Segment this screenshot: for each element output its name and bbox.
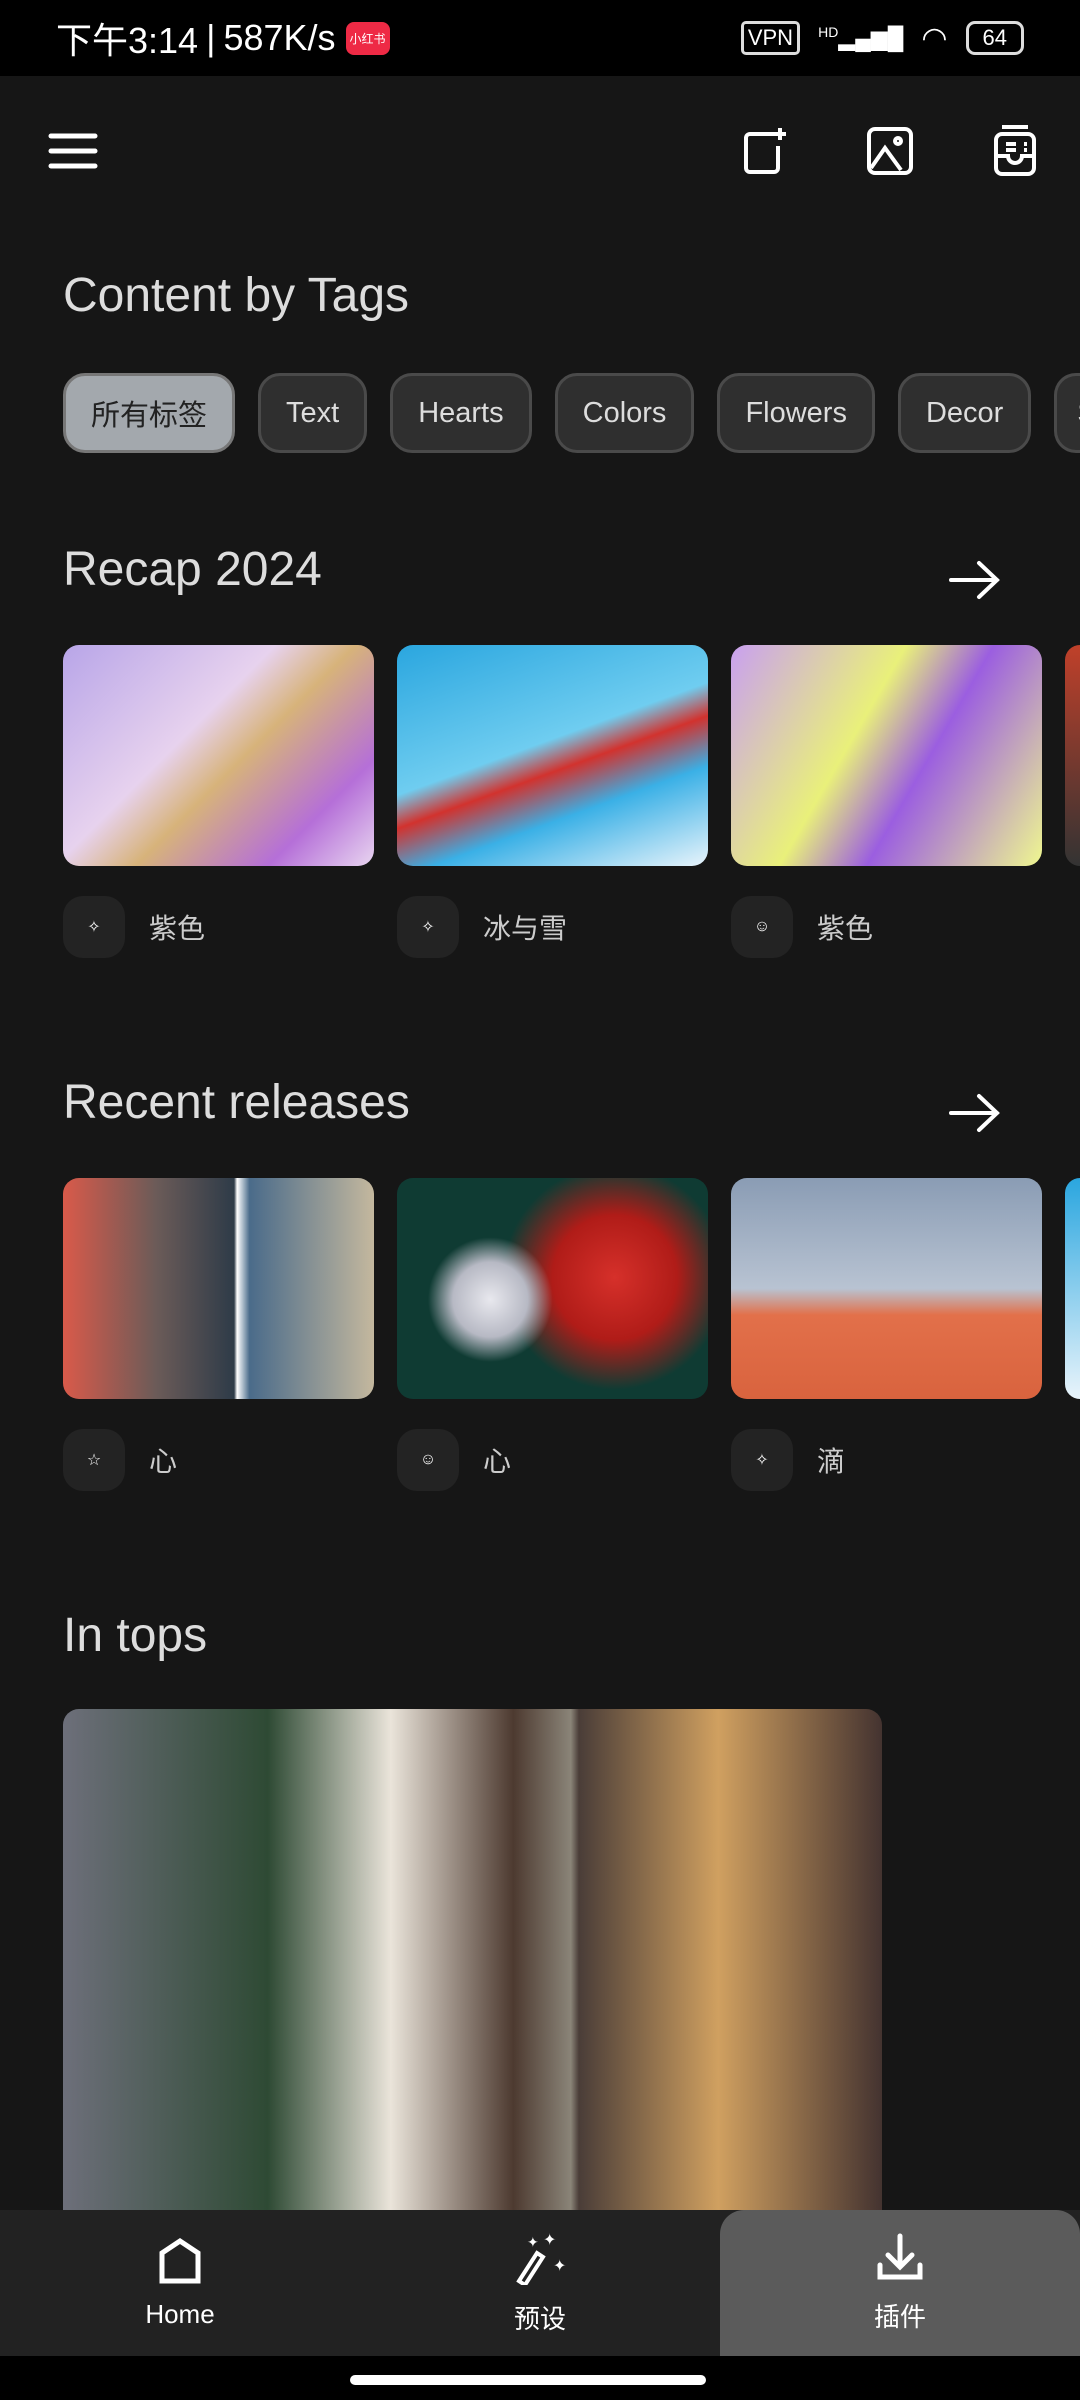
section-title-tops: In tops <box>63 1609 208 1662</box>
menu-icon[interactable] <box>38 116 108 186</box>
bottom-nav: Home ✦ ✦ ✦ 预设 插件 <box>0 2210 1080 2356</box>
tab-presets[interactable]: ✦ ✦ ✦ 预设 <box>360 2210 720 2356</box>
recap-carousel: ✧ 紫色 ✧ 冰与雪 ☺ 紫色 <box>63 645 1080 958</box>
card-thumbnail <box>397 645 708 866</box>
top-item-thumbnail[interactable] <box>63 1709 882 2210</box>
network-speed: 587K/s <box>223 17 336 58</box>
sparkle-icon: ✧ <box>731 1429 793 1491</box>
magic-wand-icon: ✦✦✦ <box>516 2232 566 2285</box>
section-title-recent: Recent releases <box>63 1076 410 1129</box>
recent-card[interactable]: ☆ 心 <box>63 1178 374 1491</box>
home-icon <box>159 2237 201 2283</box>
svg-text:✦: ✦ <box>527 2234 539 2250</box>
gallery-icon[interactable] <box>855 116 925 186</box>
home-indicator[interactable] <box>350 2375 706 2385</box>
chip-flowers[interactable]: Flowers <box>717 373 875 453</box>
arrow-right-icon[interactable] <box>945 555 1005 605</box>
chip-more[interactable]: S <box>1054 373 1080 453</box>
card-tag: 紫色 <box>149 913 206 944</box>
card-thumbnail <box>1065 1178 1080 1399</box>
svg-text:✦: ✦ <box>543 2232 556 2249</box>
recap-card[interactable]: ✧ 紫色 <box>63 645 374 958</box>
svg-text:✦: ✦ <box>553 2258 566 2275</box>
vpn-icon: VPN <box>740 21 801 55</box>
card-thumbnail <box>731 1178 1042 1399</box>
signal-icon: HD▂▄▆█ <box>818 24 904 51</box>
chip-decor[interactable]: Decor <box>897 373 1032 453</box>
download-icon <box>877 2233 923 2279</box>
app-badge: 小红书 <box>345 21 390 55</box>
card-thumbnail <box>63 1178 374 1399</box>
status-bar: 下午3:14 | 587K/s 小红书 VPN HD▂▄▆█ ◠ 64 <box>0 0 1080 76</box>
card-tag: 冰与雪 <box>483 913 568 944</box>
chip-colors[interactable]: Colors <box>554 373 695 453</box>
sticker-icon: ☺ <box>731 896 793 958</box>
sticker-icon: ☺ <box>397 1429 459 1491</box>
network-type: HD <box>818 24 839 41</box>
card-thumbnail <box>63 645 374 866</box>
recent-card[interactable] <box>1065 1178 1080 1491</box>
sparkle-icon: ✧ <box>397 896 459 958</box>
inbox-icon[interactable] <box>980 116 1050 186</box>
tab-label: 预设 <box>513 2303 566 2334</box>
app-bar <box>0 76 1080 226</box>
tab-home[interactable]: Home <box>0 2210 360 2356</box>
chip-text[interactable]: Text <box>258 373 368 453</box>
sparkle-icon: ✧ <box>63 896 125 958</box>
new-canvas-icon[interactable] <box>730 116 800 186</box>
recent-card[interactable]: ☺ 心 <box>397 1178 708 1491</box>
gesture-bar <box>0 2356 1080 2400</box>
recap-card[interactable]: ☺ 紫色 <box>731 645 1042 958</box>
battery-icon: 64 <box>965 21 1024 55</box>
tab-label: Home <box>145 2298 215 2329</box>
recent-carousel: ☆ 心 ☺ 心 ✧ 滴 <box>63 1178 1080 1491</box>
card-tag: 紫色 <box>817 913 874 944</box>
card-tag: 心 <box>149 1446 178 1477</box>
arrow-right-icon[interactable] <box>945 1088 1005 1138</box>
section-title-recap: Recap 2024 <box>63 543 322 596</box>
section-title-tags: Content by Tags <box>63 269 410 322</box>
recap-card[interactable] <box>1065 645 1080 958</box>
recap-card[interactable]: ✧ 冰与雪 <box>397 645 708 958</box>
recent-card[interactable]: ✧ 滴 <box>731 1178 1042 1491</box>
tab-label: 插件 <box>873 2301 926 2332</box>
status-divider: | <box>206 17 216 58</box>
card-thumbnail <box>1065 645 1080 866</box>
card-tag: 滴 <box>817 1446 846 1477</box>
chip-hearts[interactable]: Hearts <box>390 373 532 453</box>
wifi-icon: ◠ <box>921 21 948 55</box>
tab-plugins[interactable]: 插件 <box>720 2210 1080 2356</box>
card-tag: 心 <box>483 1446 512 1477</box>
chip-all-tags[interactable]: 所有标签 <box>63 373 236 453</box>
status-time: 下午3:14 <box>56 20 199 61</box>
star-icon: ☆ <box>63 1429 125 1491</box>
card-thumbnail <box>397 1178 708 1399</box>
tag-chips: 所有标签 Text Hearts Colors Flowers Decor S <box>63 373 1080 453</box>
card-thumbnail <box>731 645 1042 866</box>
